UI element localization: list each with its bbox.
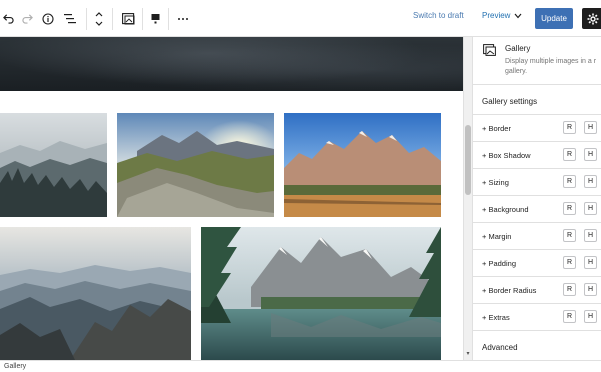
align-icon[interactable]	[146, 0, 164, 37]
panel-sizing[interactable]: + Sizing R H	[473, 168, 601, 195]
panel-label: + Extras	[482, 313, 510, 322]
info-icon[interactable]	[38, 0, 58, 37]
panel-border-radius[interactable]: + Border Radius R H	[473, 276, 601, 303]
list-view-icon[interactable]	[60, 0, 80, 37]
responsive-button[interactable]: R	[563, 229, 576, 242]
move-up-down-icon[interactable]	[90, 0, 108, 37]
update-button[interactable]: Update	[535, 8, 573, 29]
responsive-button[interactable]: R	[563, 121, 576, 134]
panel-label: + Border	[482, 124, 511, 133]
breadcrumb-gallery[interactable]: Gallery	[4, 363, 26, 370]
hover-button[interactable]: H	[584, 283, 597, 296]
gallery-image-layered-ridges[interactable]	[0, 227, 191, 360]
panel-border[interactable]: + Border R H	[473, 114, 601, 141]
cover-image-block[interactable]	[0, 37, 463, 91]
responsive-button[interactable]: R	[563, 202, 576, 215]
toolbar-divider	[168, 8, 169, 30]
panel-label: + Sizing	[482, 178, 509, 187]
advanced-panel-toggle[interactable]: Advanced	[482, 343, 518, 352]
chevron-down-icon	[514, 13, 522, 18]
panel-margin[interactable]: + Margin R H	[473, 222, 601, 249]
panel-padding[interactable]: + Padding R H	[473, 249, 601, 276]
responsive-button[interactable]: R	[563, 148, 576, 161]
panel-label: + Border Radius	[482, 286, 537, 295]
block-breadcrumb-bar: Gallery	[0, 360, 601, 372]
toolbar-divider	[112, 8, 113, 30]
switch-to-draft-button[interactable]: Switch to draft	[413, 11, 464, 20]
canvas-scrollbar[interactable]: ▾	[463, 37, 472, 360]
responsive-button[interactable]: R	[563, 175, 576, 188]
more-options-icon[interactable]	[172, 0, 194, 37]
gallery-image-alpine-lake[interactable]	[201, 227, 441, 360]
settings-sidebar: Gallery Display multiple images in a r g…	[472, 37, 601, 360]
hover-button[interactable]: H	[584, 310, 597, 323]
responsive-button[interactable]: R	[563, 283, 576, 296]
top-toolbar: Switch to draft Preview Update	[0, 0, 601, 37]
toolbar-divider	[86, 8, 87, 30]
scrollbar-thumb[interactable]	[465, 125, 471, 195]
hover-button[interactable]: H	[584, 202, 597, 215]
toolbar-divider	[142, 8, 143, 30]
gallery-image-misty-forest[interactable]	[0, 113, 107, 217]
panel-label: + Background	[482, 205, 529, 214]
panel-label: + Box Shadow	[482, 151, 531, 160]
settings-gear-icon[interactable]	[582, 8, 601, 29]
gallery-settings-heading: Gallery settings	[482, 97, 538, 106]
gallery-image-mountain-range[interactable]	[284, 113, 441, 217]
hover-button[interactable]: H	[584, 121, 597, 134]
hover-button[interactable]: H	[584, 256, 597, 269]
responsive-button[interactable]: R	[563, 256, 576, 269]
hover-button[interactable]: H	[584, 148, 597, 161]
panel-label: + Margin	[482, 232, 512, 241]
gallery-block-icon	[483, 43, 496, 61]
preview-label: Preview	[482, 11, 511, 20]
redo-icon[interactable]	[18, 0, 36, 37]
block-card: Gallery Display multiple images in a r g…	[473, 37, 601, 85]
panel-box-shadow[interactable]: + Box Shadow R H	[473, 141, 601, 168]
responsive-button[interactable]: R	[563, 310, 576, 323]
block-title: Gallery	[505, 44, 531, 53]
block-transform-icon[interactable]	[118, 0, 138, 37]
panel-extras[interactable]: + Extras R H	[473, 303, 601, 330]
panel-background[interactable]: + Background R H	[473, 195, 601, 222]
gallery-image-sunset-peaks[interactable]	[117, 113, 274, 217]
undo-icon[interactable]	[0, 0, 16, 37]
hover-button[interactable]: H	[584, 175, 597, 188]
hover-button[interactable]: H	[584, 229, 597, 242]
panel-label: + Padding	[482, 259, 516, 268]
preview-button[interactable]: Preview	[482, 11, 522, 20]
scroll-down-arrow-icon[interactable]: ▾	[465, 351, 471, 357]
block-description: Display multiple images in a r gallery.	[505, 58, 597, 75]
editor-canvas[interactable]	[0, 37, 463, 360]
